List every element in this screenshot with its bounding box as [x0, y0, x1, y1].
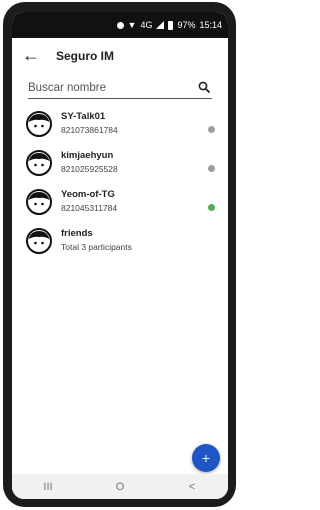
status-indicator: [208, 165, 215, 172]
list-item[interactable]: friends Total 3 participants: [12, 225, 228, 264]
home-button[interactable]: O: [100, 481, 140, 493]
network-type: 4G: [140, 20, 153, 30]
phone-frame: ▼ 4G 97% 15:14 ← Seguro IM Buscar nombre…: [3, 2, 236, 507]
battery-icon: [168, 20, 174, 30]
status-bar: ▼ 4G 97% 15:14: [12, 12, 228, 38]
search-icon[interactable]: [198, 81, 210, 93]
list-item[interactable]: SY-Talk01 821073861784: [12, 108, 228, 147]
system-nav-bar: III O <: [12, 474, 228, 499]
contact-name: Yeom-of-TG: [61, 189, 115, 200]
add-button[interactable]: +: [192, 444, 220, 472]
status-indicator: [208, 204, 215, 211]
app-screen: ▼ 4G 97% 15:14 ← Seguro IM Buscar nombre…: [12, 12, 228, 499]
signal-icon: [156, 21, 165, 29]
contact-number: 821045311784: [61, 203, 118, 213]
group-participants: Total 3 participants: [61, 242, 132, 252]
status-indicator: [208, 126, 215, 133]
recents-button[interactable]: III: [28, 481, 68, 493]
avatar-icon: [26, 111, 52, 137]
battery-level: 97%: [177, 20, 196, 30]
avatar-icon: [26, 150, 52, 176]
clock: 15:14: [199, 20, 222, 30]
page-title: Seguro IM: [56, 49, 115, 63]
list-item[interactable]: kimjaehyun 821025925528: [12, 147, 228, 186]
arrow-left-icon[interactable]: ←: [22, 46, 40, 64]
avatar-icon: [26, 228, 52, 254]
group-name: friends: [61, 228, 93, 239]
contact-number: 821025925528: [61, 164, 118, 174]
contact-name: SY-Talk01: [61, 111, 106, 122]
contact-list: SY-Talk01 821073861784 kimjaehyun 821025…: [12, 108, 228, 264]
list-item[interactable]: Yeom-of-TG 821045311784: [12, 186, 228, 225]
app-bar: ← Seguro IM: [12, 38, 228, 74]
contact-number: 821073861784: [61, 125, 118, 135]
dnd-icon: [116, 21, 124, 29]
wifi-icon: ▼: [127, 20, 137, 30]
search-input[interactable]: [28, 78, 188, 97]
search-bar: [28, 78, 212, 99]
avatar-icon: [26, 189, 52, 215]
contact-name: kimjaehyun: [61, 150, 114, 161]
back-button[interactable]: <: [172, 481, 212, 493]
